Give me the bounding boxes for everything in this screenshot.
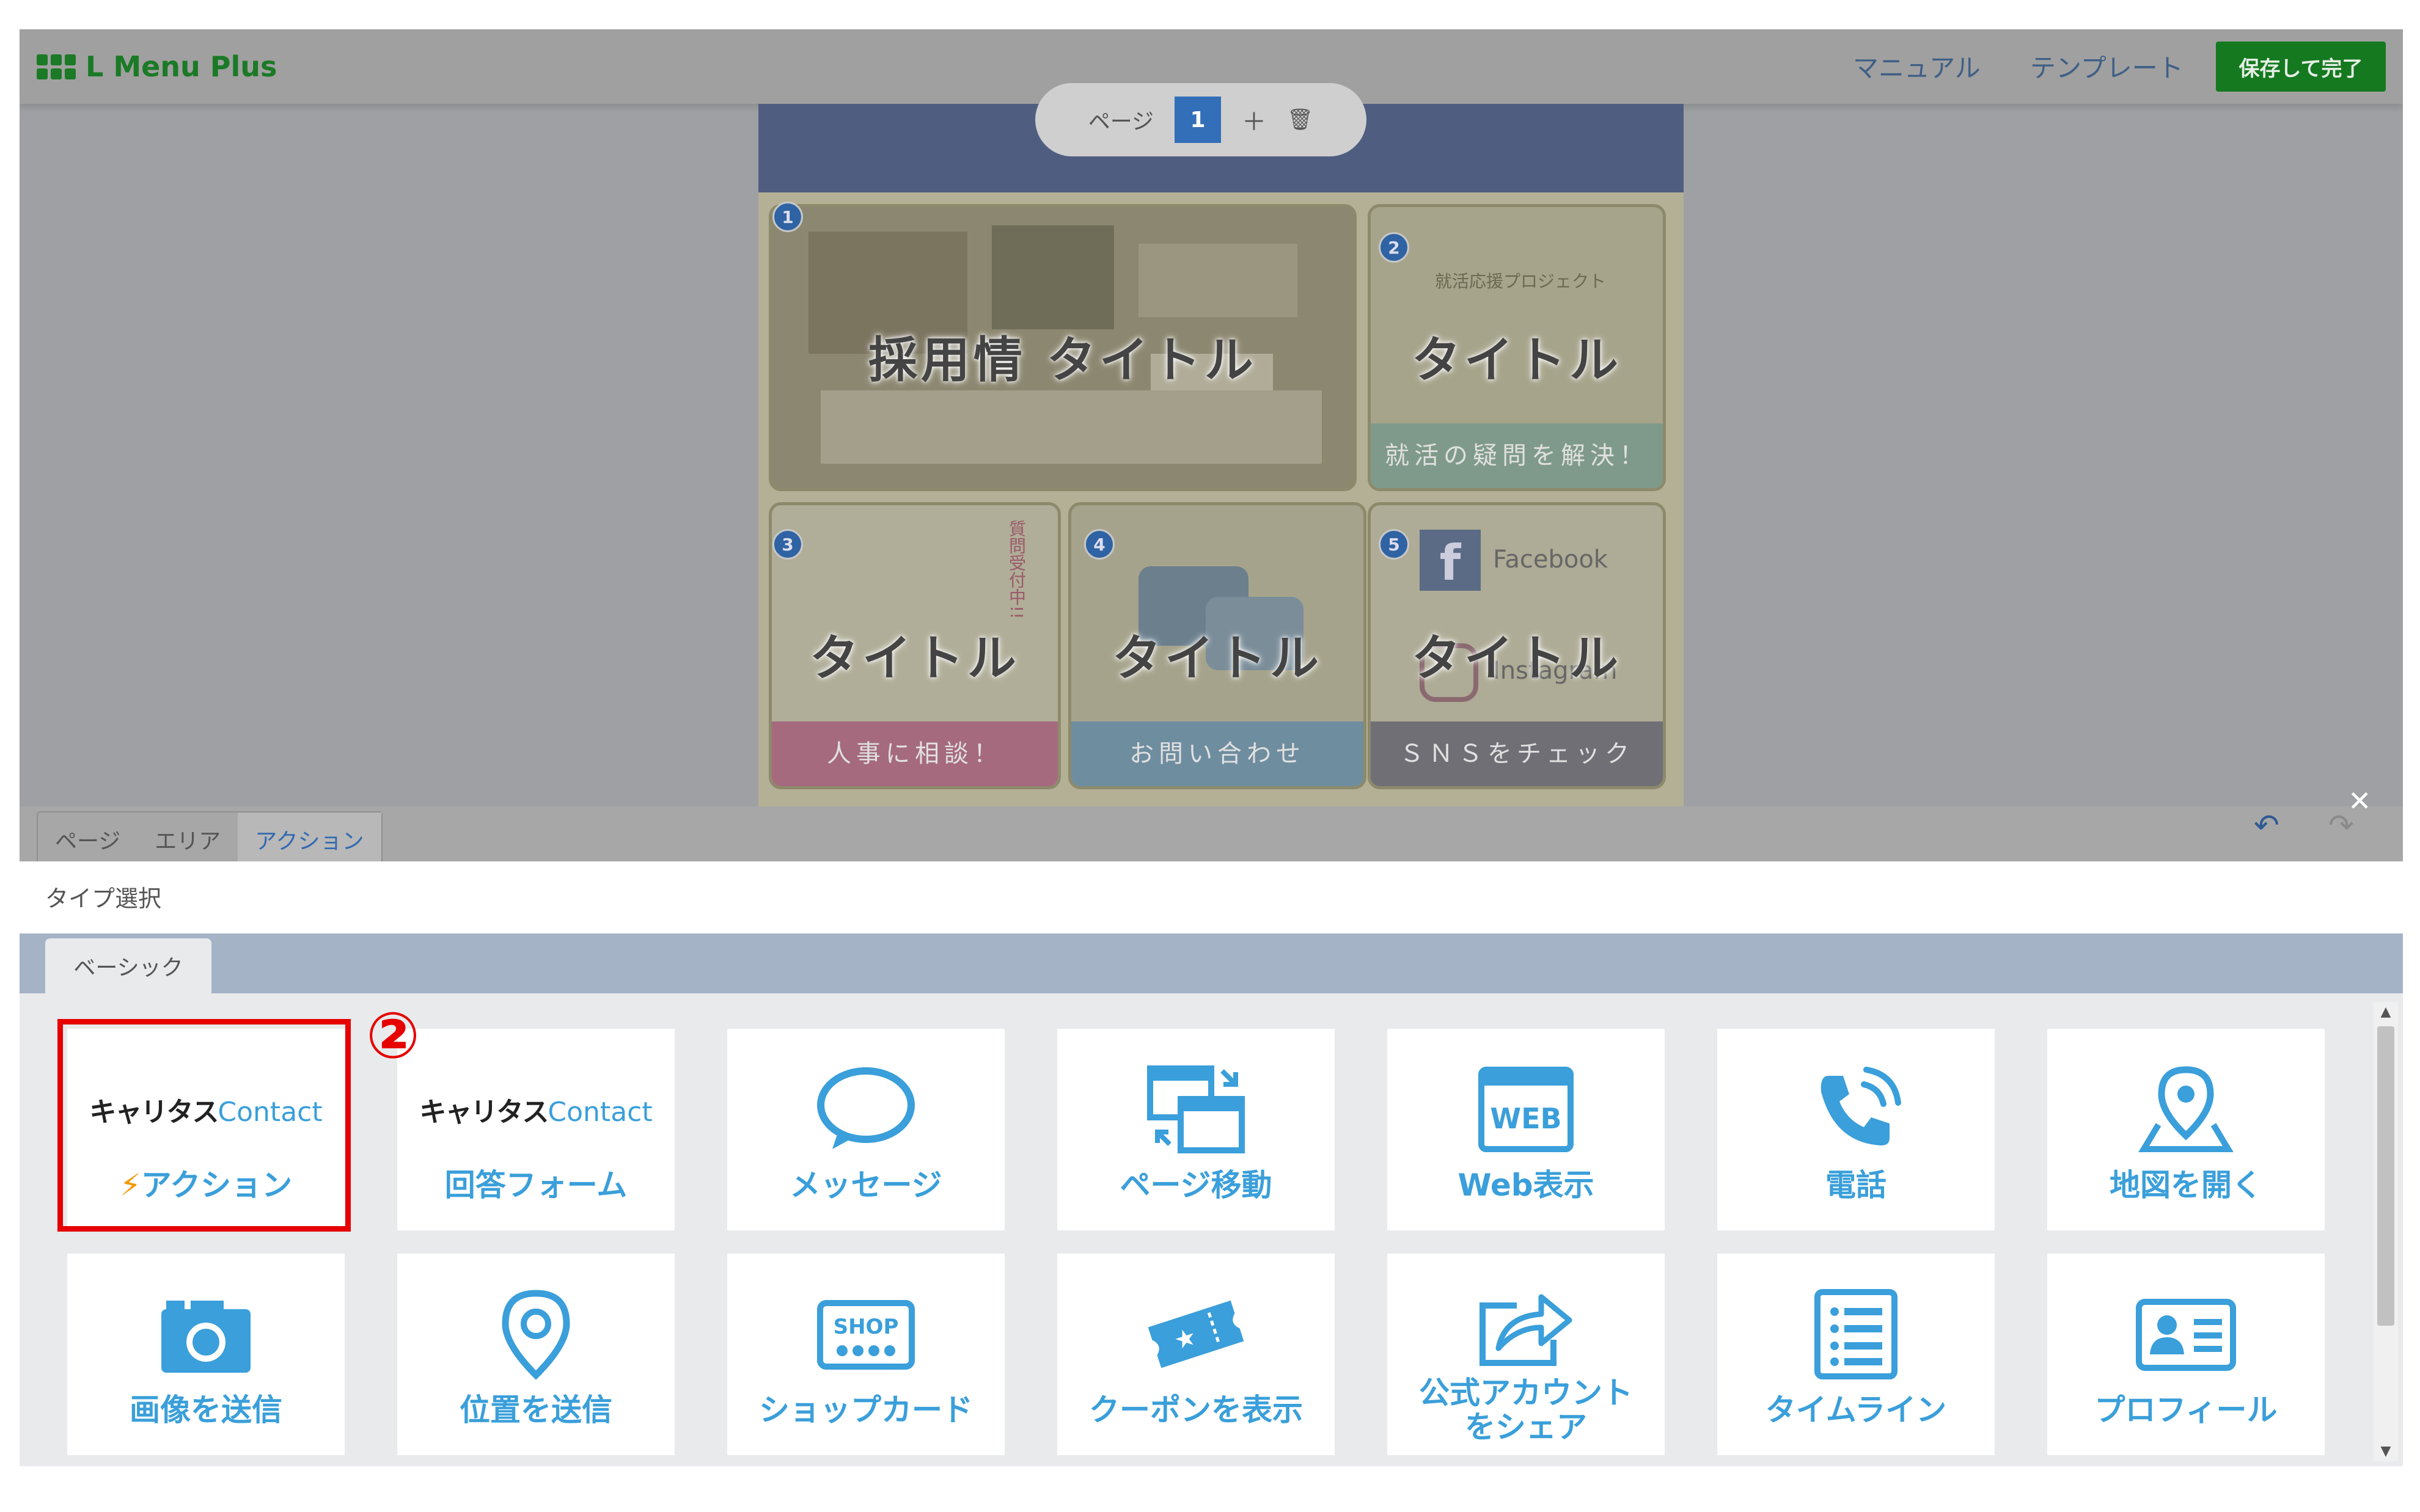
svg-text:WEB: WEB <box>1490 1102 1561 1135</box>
action-card-answer-form[interactable]: キャリタスContact 回答フォーム <box>397 1029 675 1230</box>
tile-overlay-text: Facebook <box>1493 546 1608 574</box>
menu-tile-1[interactable]: 採用情 タイトル <box>769 204 1357 491</box>
action-card-coupon[interactable]: ★ クーポンを表示 <box>1057 1254 1335 1455</box>
card-label: 回答フォーム <box>444 1167 628 1203</box>
web-icon: WEB <box>1478 1067 1574 1152</box>
action-card-open-map[interactable]: 地図を開く <box>2047 1029 2325 1230</box>
page-selector: ページ 1 ＋ 🗑 <box>1035 83 1366 156</box>
app-logo[interactable]: L Menu Plus <box>37 48 277 86</box>
logo-grid-icon <box>37 54 76 79</box>
scroll-up-icon[interactable]: ▲ <box>2374 1004 2398 1020</box>
map-pin-icon <box>2138 1066 2234 1152</box>
trash-icon[interactable]: 🗑 <box>1287 108 1313 132</box>
card-label: プロフィール <box>2094 1392 2278 1428</box>
speech-bubble-icon <box>817 1067 915 1149</box>
tile-title: タイトル <box>1412 630 1622 687</box>
tile-number-badge: 4 <box>1084 529 1115 560</box>
tile-number-badge: 5 <box>1379 529 1409 560</box>
tile-title: タイトル <box>810 630 1020 687</box>
page-number-button[interactable]: 1 <box>1175 97 1222 143</box>
card-label: メッセージ <box>790 1167 942 1203</box>
action-card-page-move[interactable]: ページ移動 <box>1057 1029 1335 1230</box>
action-card-shop-card[interactable]: SHOP ショップカード <box>727 1254 1005 1455</box>
save-complete-button[interactable]: 保存して完了 <box>2216 42 2386 92</box>
action-card-share-account[interactable]: 公式アカウント をシェア <box>1387 1254 1665 1455</box>
card-label: Web表示 <box>1458 1167 1594 1203</box>
tab-page[interactable]: ページ <box>38 813 138 861</box>
tab-basic[interactable]: ベーシック <box>45 938 211 993</box>
tile-number-badge: 2 <box>1379 232 1409 263</box>
tile-caption: お問い合わせ <box>1071 721 1363 786</box>
tile-overlay-text: 就活応援プロジェクト <box>1434 271 1606 291</box>
camera-icon <box>161 1301 251 1373</box>
action-card-phone[interactable]: 電話 <box>1717 1029 1995 1230</box>
highlight-box <box>57 1019 351 1232</box>
shop-card-icon: SHOP <box>817 1300 915 1370</box>
menu-tile-3[interactable]: 質問受付中!! タイトル 人事に相談！ <box>769 502 1061 789</box>
svg-text:SHOP: SHOP <box>834 1315 899 1339</box>
page-label: ページ <box>1088 109 1154 134</box>
manual-link[interactable]: マニュアル <box>1853 48 1981 85</box>
tile-caption: ＳＮＳをチェック <box>1371 721 1663 786</box>
timeline-icon <box>1814 1289 1898 1379</box>
career-contact-logo-icon: キャリタスContact <box>419 1097 653 1128</box>
profile-icon <box>2136 1299 2236 1371</box>
card-label: 電話 <box>1825 1167 1887 1203</box>
template-link[interactable]: テンプレート <box>2030 48 2184 85</box>
tile-number-badge: 3 <box>772 529 803 560</box>
tile-title: タイトル <box>1112 630 1322 687</box>
action-card-send-image[interactable]: 画像を送信 <box>67 1254 345 1455</box>
menu-tile-2[interactable]: 就活応援プロジェクト タイトル 就活の疑問を解決！ <box>1368 204 1666 491</box>
logo-text: L Menu Plus <box>86 50 277 83</box>
action-card-message[interactable]: メッセージ <box>727 1029 1005 1230</box>
undo-icon[interactable]: ↶ <box>2254 808 2279 843</box>
scroll-thumb[interactable] <box>2377 1026 2394 1326</box>
tab-area[interactable]: エリア <box>138 813 238 861</box>
action-card-timeline[interactable]: タイムライン <box>1717 1254 1995 1455</box>
card-label: 画像を送信 <box>130 1392 282 1428</box>
editor-tabs: ページ エリア アクション <box>37 811 383 861</box>
card-label: ページ移動 <box>1120 1167 1272 1203</box>
card-label: 公式アカウント をシェア <box>1419 1375 1633 1445</box>
action-card-profile[interactable]: プロフィール <box>2047 1254 2325 1455</box>
tile-caption: 就活の疑問を解決！ <box>1371 423 1663 488</box>
card-label: ショップカード <box>759 1392 973 1428</box>
tile-title: タイトル <box>1412 332 1622 389</box>
menu-tile-5[interactable]: f Facebook Instagram タイトル ＳＮＳをチェック <box>1368 502 1666 789</box>
step-marker: ② <box>365 998 420 1073</box>
card-label: 位置を送信 <box>460 1392 612 1428</box>
action-card-send-location[interactable]: 位置を送信 <box>397 1254 675 1455</box>
card-label: クーポンを表示 <box>1089 1392 1303 1428</box>
facebook-icon: f <box>1420 530 1481 591</box>
share-icon <box>1480 1294 1572 1366</box>
card-label: タイムライン <box>1765 1392 1947 1428</box>
editor-tab-bar: ページ エリア アクション <box>20 806 2403 861</box>
panel-header: ベーシック <box>20 933 2403 993</box>
card-label: 地図を開く <box>2110 1167 2262 1203</box>
panel-scrollbar[interactable]: ▲ ▼ <box>2374 1002 2398 1461</box>
type-select-label: タイプ選択 <box>45 885 162 912</box>
tab-action[interactable]: アクション <box>238 813 381 861</box>
scroll-down-icon[interactable]: ▼ <box>2374 1444 2398 1459</box>
action-card-web[interactable]: WEB Web表示 <box>1387 1029 1665 1230</box>
plus-icon[interactable]: ＋ <box>1242 102 1266 137</box>
close-icon[interactable]: ✕ <box>2348 784 2372 817</box>
coupon-icon: ★ <box>1148 1300 1244 1368</box>
tile-title: 採用情 タイトル <box>868 332 1257 389</box>
tile-overlay-text: 質問受付中!! <box>1007 520 1027 619</box>
location-icon <box>502 1290 570 1380</box>
tile-number-badge: 1 <box>772 202 803 232</box>
phone-icon <box>1821 1067 1901 1145</box>
tile-caption: 人事に相談！ <box>772 721 1058 786</box>
page-switch-icon <box>1147 1065 1245 1153</box>
